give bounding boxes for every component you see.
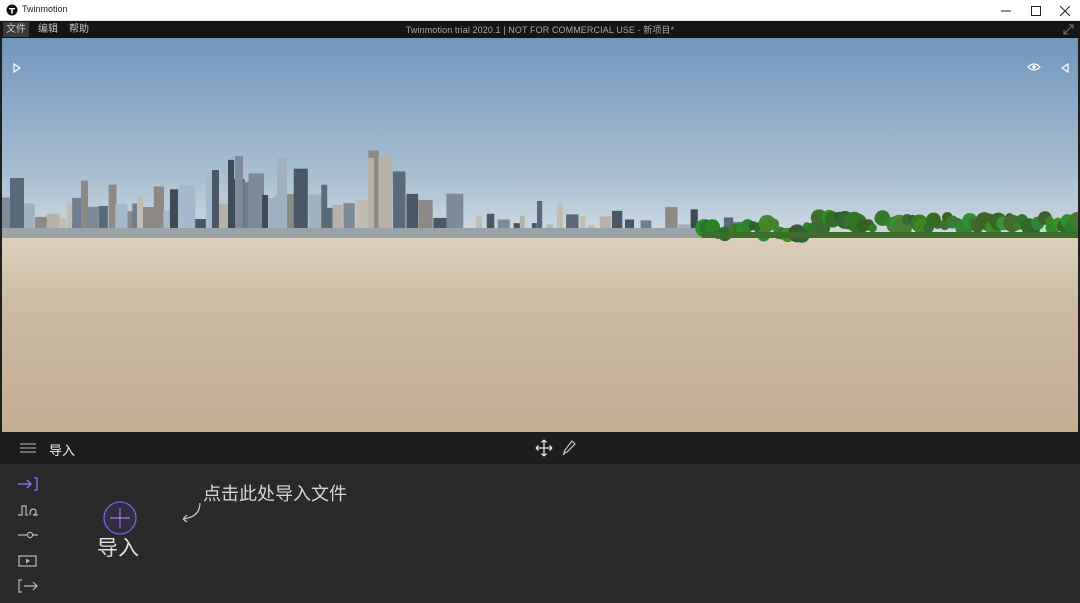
media-icon[interactable] <box>17 554 39 568</box>
visibility-button[interactable] <box>1027 60 1041 74</box>
minimize-button[interactable] <box>991 0 1021 21</box>
section-title: 导入 <box>49 444 76 459</box>
building <box>235 156 243 238</box>
play-left-icon <box>1061 63 1069 73</box>
move-tool-icon[interactable] <box>535 439 553 457</box>
scene-render <box>2 38 1078 432</box>
document-title: Twinmotion trial 2020.1 | NOT FOR COMMER… <box>405 25 675 35</box>
maximize-icon <box>1031 5 1041 16</box>
eye-icon <box>1027 63 1041 71</box>
menu-bar: 文件 编辑 帮助 Twinmotion trial 2020.1 | NOT F… <box>0 21 1080 38</box>
slider-icon[interactable] <box>17 528 39 542</box>
app-title: Twinmotion <box>22 4 68 14</box>
close-button[interactable] <box>1050 0 1080 21</box>
close-icon <box>1060 5 1070 16</box>
building <box>277 158 287 238</box>
building <box>293 168 308 238</box>
bottom-toolbar: 导入 <box>0 432 1080 464</box>
building <box>378 156 392 238</box>
curved-arrow-icon <box>182 502 201 523</box>
play-right-icon <box>13 63 21 73</box>
fullscreen-icon[interactable] <box>1063 24 1074 35</box>
building <box>228 159 235 238</box>
import-icon[interactable] <box>17 477 39 491</box>
tree <box>868 223 877 233</box>
import-add-button[interactable] <box>103 501 137 535</box>
city-base <box>2 228 722 238</box>
export-icon[interactable] <box>17 579 39 593</box>
maximize-button[interactable] <box>1021 0 1051 21</box>
waveform-icon[interactable] <box>17 503 39 517</box>
import-panel: 点击此处导入文件 导入 <box>0 464 1080 603</box>
eyedropper-icon[interactable] <box>562 440 576 456</box>
twinmotion-logo-icon <box>6 4 18 16</box>
hamburger-menu-icon[interactable] <box>20 442 36 454</box>
minimize-icon <box>1001 10 1011 11</box>
building <box>212 170 219 238</box>
3d-viewport[interactable] <box>2 38 1078 432</box>
right-panel-toggle-button[interactable] <box>1058 61 1072 75</box>
building <box>368 158 374 238</box>
import-label: 导入 <box>97 536 139 560</box>
left-panel-toggle-button[interactable] <box>10 61 24 75</box>
window-title-bar[interactable]: Twinmotion <box>0 0 1080 21</box>
import-hint-text: 点击此处导入文件 <box>203 484 347 505</box>
tree-base <box>702 232 1078 238</box>
